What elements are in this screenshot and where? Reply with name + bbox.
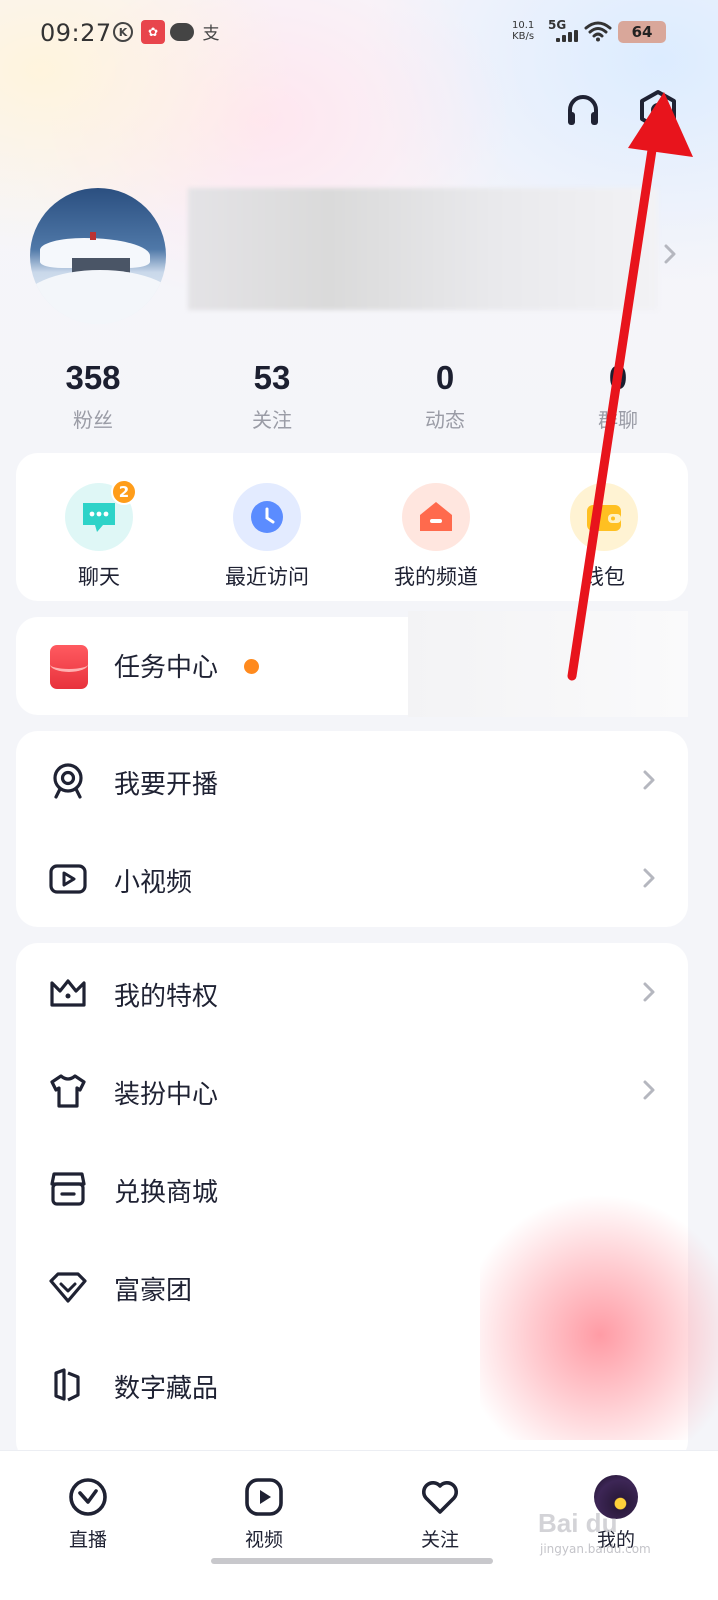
- stat-value: 0: [608, 359, 628, 396]
- chevron-right-icon: [643, 982, 655, 1002]
- stat-label: 关注: [252, 408, 292, 432]
- menu-label: 我的特权: [114, 982, 219, 1012]
- quick-recent[interactable]: 最近访问: [192, 483, 342, 591]
- menu-label: 装扮中心: [114, 1080, 219, 1110]
- blurred-floating-element: [480, 1175, 718, 1440]
- tab-follow[interactable]: 关注: [380, 1475, 500, 1552]
- stat-value: 53: [253, 359, 291, 396]
- battery-level: 64: [631, 23, 653, 41]
- collectible-icon: [54, 1368, 80, 1402]
- menu-item-dress-up[interactable]: 装扮中心: [16, 1041, 688, 1139]
- stat-value: 0: [435, 359, 455, 396]
- tab-live[interactable]: 直播: [28, 1475, 148, 1552]
- video-tab-icon: [242, 1475, 286, 1519]
- channel-house-icon: [402, 483, 470, 551]
- store-icon: [50, 1172, 86, 1206]
- stat-following[interactable]: 53 关注: [212, 358, 332, 433]
- avatar[interactable]: [30, 188, 166, 324]
- stat-fans[interactable]: 358 粉丝: [33, 358, 153, 433]
- stat-groups[interactable]: 0 群聊: [558, 358, 678, 433]
- signal-icon: [556, 30, 580, 42]
- notification-dot: [244, 659, 259, 674]
- alipay-icon: 支: [202, 23, 220, 44]
- video-play-icon: [49, 864, 87, 894]
- chat-badge: 2: [111, 479, 137, 505]
- menu-item-privileges[interactable]: 我的特权: [16, 943, 688, 1041]
- stat-label: 动态: [425, 408, 465, 432]
- tab-label: 关注: [420, 1529, 459, 1551]
- menu-label: 数字藏品: [114, 1374, 219, 1404]
- menu-label: 兑换商城: [114, 1178, 219, 1208]
- stat-label: 粉丝: [73, 408, 113, 432]
- battery-icon: 64: [618, 21, 666, 43]
- watermark: Bai du: [538, 1508, 618, 1538]
- tab-label: 直播: [68, 1529, 107, 1551]
- task-blurred-area: [408, 611, 688, 717]
- stat-label: 群聊: [598, 408, 638, 432]
- diamond-icon: [49, 1272, 87, 1303]
- quick-label: 聊天: [78, 565, 120, 589]
- menu-item-short-video[interactable]: 小视频: [16, 829, 688, 927]
- chevron-right-icon: [643, 770, 655, 790]
- menu-label: 富豪团: [114, 1276, 193, 1306]
- menu-label: 小视频: [114, 868, 193, 898]
- headphones-icon[interactable]: [561, 88, 605, 132]
- chevron-right-icon: [643, 1080, 655, 1100]
- red-envelope-icon: [50, 645, 88, 689]
- live-tab-icon: [66, 1475, 110, 1519]
- home-indicator: [211, 1558, 493, 1564]
- stat-value: 358: [65, 359, 121, 396]
- k-icon: K: [113, 22, 133, 42]
- status-time: 09:27: [40, 19, 112, 47]
- wifi-icon: [584, 21, 612, 42]
- watermark-sub: jingyan.baidu.com: [540, 1542, 651, 1556]
- speed-unit: KB/s: [512, 31, 535, 42]
- clock-icon: [233, 483, 301, 551]
- heart-tab-icon: [418, 1475, 462, 1519]
- task-center-label: 任务中心: [114, 653, 219, 683]
- username-blurred[interactable]: [188, 188, 658, 310]
- chevron-right-icon[interactable]: [662, 242, 678, 266]
- quick-chat[interactable]: 2 聊天: [24, 479, 174, 591]
- menu-item-start-live[interactable]: 我要开播: [16, 731, 688, 829]
- stat-posts[interactable]: 0 动态: [385, 358, 505, 433]
- network-speed: 10.1 KB/s: [512, 20, 534, 42]
- quick-label: 最近访问: [225, 565, 309, 589]
- quick-channel[interactable]: 我的频道: [361, 483, 511, 591]
- tab-video[interactable]: 视频: [204, 1475, 324, 1552]
- settings-hexagon-icon[interactable]: [636, 88, 680, 132]
- tab-label: 视频: [244, 1529, 283, 1551]
- status-bar: 09:27 K ✿ 支 10.1 KB/s 5G 64: [0, 0, 718, 66]
- menu-group-live: 我要开播 小视频: [16, 731, 688, 927]
- live-camera-icon: [53, 763, 83, 799]
- quick-actions-card: 2 聊天 最近访问 我的频道 钱包: [16, 453, 688, 601]
- wallet-icon: [570, 483, 638, 551]
- task-center-card[interactable]: 任务中心: [16, 611, 688, 717]
- quick-wallet[interactable]: 钱包: [529, 483, 679, 591]
- tshirt-icon: [50, 1074, 86, 1108]
- quick-label: 我的频道: [394, 565, 478, 589]
- speed-value: 10.1: [512, 20, 535, 31]
- app-red-icon: ✿: [141, 20, 165, 44]
- chevron-right-icon: [643, 868, 655, 888]
- profile-stats: 358 粉丝 53 关注 0 动态 0 群聊: [0, 358, 718, 438]
- quick-label: 钱包: [583, 565, 625, 589]
- chat-bubble-icon: [170, 23, 194, 41]
- menu-label: 我要开播: [114, 770, 219, 800]
- crown-icon: [50, 979, 86, 1007]
- chat-icon: 2: [65, 479, 137, 551]
